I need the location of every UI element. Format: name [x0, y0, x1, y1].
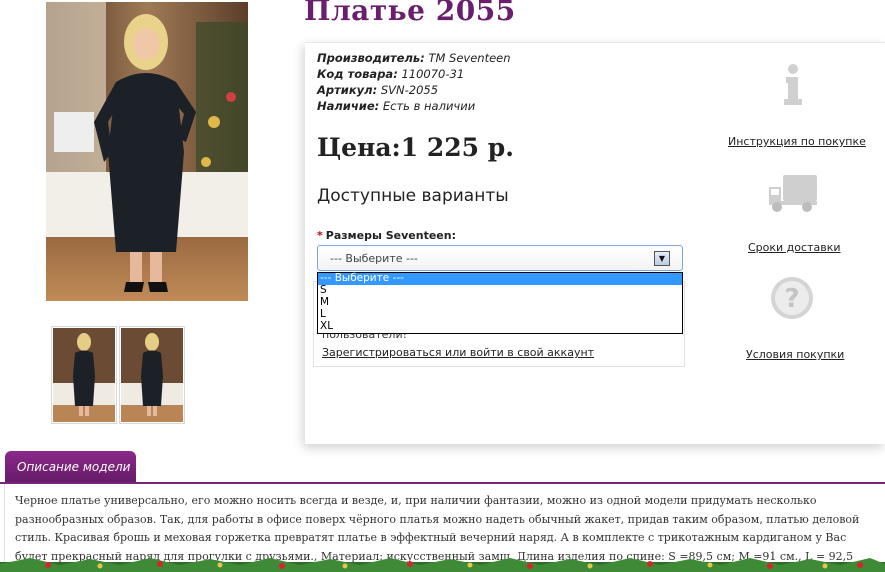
product-thumbnail-1[interactable]	[51, 326, 117, 424]
product-info-panel: Производитель: ТМ Seventeen Код товара: …	[305, 42, 885, 444]
detail-label: Производитель:	[317, 51, 425, 65]
purchase-instructions-link[interactable]: Инструкция по покупке	[728, 135, 866, 148]
detail-label: Артикул:	[317, 83, 378, 97]
detail-label: Код товара:	[317, 67, 398, 81]
size-dropdown-list: --- Выберите --- S M L XL	[317, 272, 683, 334]
size-label-text: Размеры Seventeen:	[325, 229, 456, 242]
size-option[interactable]: S	[318, 284, 682, 297]
detail-availability: Наличие: Есть в наличии	[317, 98, 511, 114]
detail-manufacturer: Производитель: ТМ Seventeen	[317, 50, 511, 66]
thumbnail-image	[121, 328, 183, 422]
detail-product-code: Код товара: 110070-31	[317, 66, 511, 82]
size-label: * Размеры Seventeen:	[317, 229, 456, 242]
thumbnail-image	[53, 328, 115, 422]
tab-description[interactable]: Описание модели	[5, 451, 136, 483]
chevron-down-icon[interactable]: ▼	[654, 251, 670, 266]
required-mark: *	[317, 229, 323, 242]
delivery-truck-icon	[769, 175, 817, 212]
detail-value: ТМ Seventeen	[428, 51, 511, 65]
delivery-terms-link[interactable]: Сроки доставки	[748, 241, 841, 254]
detail-value: SVN-2055	[380, 83, 439, 97]
size-option[interactable]: M	[318, 296, 682, 309]
garland-decoration	[0, 558, 885, 572]
size-select-value: --- Выберите ---	[330, 252, 418, 265]
detail-label: Наличие:	[317, 99, 380, 113]
svg-text:?: ?	[784, 284, 799, 314]
detail-value: Есть в наличии	[382, 99, 476, 113]
product-title: Платье 2055	[304, 0, 516, 27]
question-icon: ?	[771, 277, 813, 319]
detail-value: 110070-31	[401, 67, 465, 81]
size-option[interactable]: XL	[318, 320, 682, 333]
dress-photo-image	[46, 2, 248, 301]
product-thumbnail-2[interactable]	[119, 326, 185, 424]
product-main-photo[interactable]	[46, 2, 248, 301]
purchase-conditions-link[interactable]: Условия покупки	[746, 348, 844, 361]
register-login-link[interactable]: Зарегистрироваться или войти в свой акка…	[322, 346, 594, 359]
detail-article: Артикул: SVN-2055	[317, 82, 511, 98]
variants-heading: Доступные варианты	[317, 186, 509, 206]
size-option[interactable]: L	[318, 308, 682, 321]
product-details: Производитель: ТМ Seventeen Код товара: …	[317, 50, 511, 114]
info-icon	[784, 64, 802, 105]
product-price: Цена:1 225 р.	[317, 133, 514, 162]
size-select[interactable]: --- Выберите --- ▼	[317, 245, 683, 271]
size-option[interactable]: --- Выберите ---	[318, 272, 682, 285]
